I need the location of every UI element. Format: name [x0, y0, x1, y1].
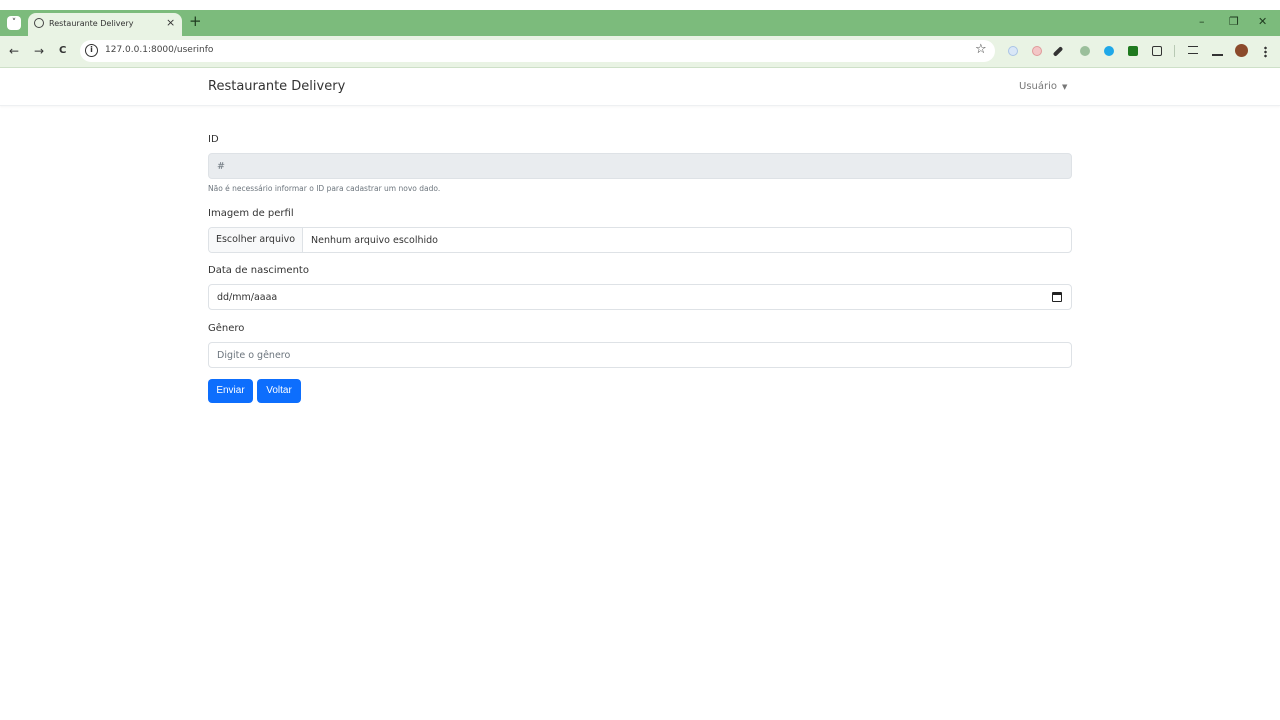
globe-icon — [34, 18, 44, 28]
reading-list-icon[interactable] — [1188, 46, 1198, 54]
tab-active[interactable]: Restaurante Delivery × — [28, 13, 182, 36]
id-placeholder: # — [217, 161, 225, 172]
download-arrow-icon[interactable] — [1128, 46, 1138, 56]
gender-input[interactable]: Digite o gênero — [208, 342, 1072, 368]
info-icon[interactable]: i — [85, 44, 98, 57]
reload-icon[interactable]: C — [59, 45, 66, 56]
image-label: Imagem de perfil — [208, 208, 294, 219]
tab-bar: ˅ Restaurante Delivery × + – ❐ ✕ — [0, 10, 1280, 36]
extension-icon[interactable] — [1080, 46, 1090, 56]
menu-kebab-icon[interactable] — [1264, 46, 1267, 58]
id-label: ID — [208, 134, 219, 145]
file-status: Nenhum arquivo escolhido — [311, 235, 438, 246]
browser-toolbar: ← → C i 127.0.0.1:8000/userinfo ☆ — [0, 36, 1280, 68]
profile-image-file-input[interactable]: Escolher arquivo Nenhum arquivo escolhid… — [208, 227, 1072, 253]
new-tab-button[interactable]: + — [189, 12, 202, 30]
browser-chrome: ˅ Restaurante Delivery × + – ❐ ✕ ← → C i… — [0, 0, 1280, 68]
user-menu-dropdown[interactable]: Usuário ▼ — [1019, 81, 1067, 92]
restore-icon[interactable]: ❐ — [1229, 15, 1239, 28]
gender-label: Gênero — [208, 323, 245, 334]
eyedropper-icon[interactable] — [1052, 46, 1064, 57]
address-bar[interactable]: i 127.0.0.1:8000/userinfo ☆ — [80, 40, 995, 62]
window-close-icon[interactable]: ✕ — [1258, 15, 1267, 28]
id-input: # — [208, 153, 1072, 179]
forward-icon[interactable]: → — [34, 44, 44, 58]
birth-date-label: Data de nascimento — [208, 265, 309, 276]
birth-date-placeholder: dd/mm/aaaa — [217, 292, 278, 303]
user-menu-label: Usuário — [1019, 81, 1058, 92]
extension-icon[interactable] — [1104, 46, 1114, 56]
toolbar-divider — [1174, 45, 1175, 57]
tab-title: Restaurante Delivery — [49, 19, 134, 28]
navbar: Restaurante Delivery Usuário ▼ — [0, 68, 1280, 106]
window-top-strip — [0, 0, 1280, 10]
extension-icon[interactable] — [1008, 46, 1018, 56]
extension-icon[interactable] — [1032, 46, 1042, 56]
caret-down-icon: ▼ — [1062, 83, 1068, 91]
back-button[interactable]: Voltar — [257, 379, 301, 403]
downloads-icon[interactable] — [1212, 46, 1223, 56]
calendar-icon[interactable] — [1052, 292, 1062, 302]
navbar-brand[interactable]: Restaurante Delivery — [208, 79, 345, 94]
birth-date-input[interactable]: dd/mm/aaaa — [208, 284, 1072, 310]
gender-placeholder: Digite o gênero — [217, 350, 291, 361]
back-icon[interactable]: ← — [9, 44, 19, 58]
minimize-icon[interactable]: – — [1199, 15, 1205, 28]
tab-close-icon[interactable]: × — [166, 16, 175, 29]
avatar[interactable] — [1235, 44, 1248, 57]
bookmark-star-icon[interactable]: ☆ — [975, 42, 987, 57]
submit-button[interactable]: Enviar — [208, 379, 253, 403]
id-help-text: Não é necessário informar o ID para cada… — [208, 184, 441, 193]
choose-file-button[interactable]: Escolher arquivo — [209, 228, 303, 252]
tab-search-button[interactable]: ˅ — [7, 16, 21, 30]
url-text[interactable]: 127.0.0.1:8000/userinfo — [105, 45, 213, 55]
puzzle-icon[interactable] — [1152, 46, 1162, 56]
